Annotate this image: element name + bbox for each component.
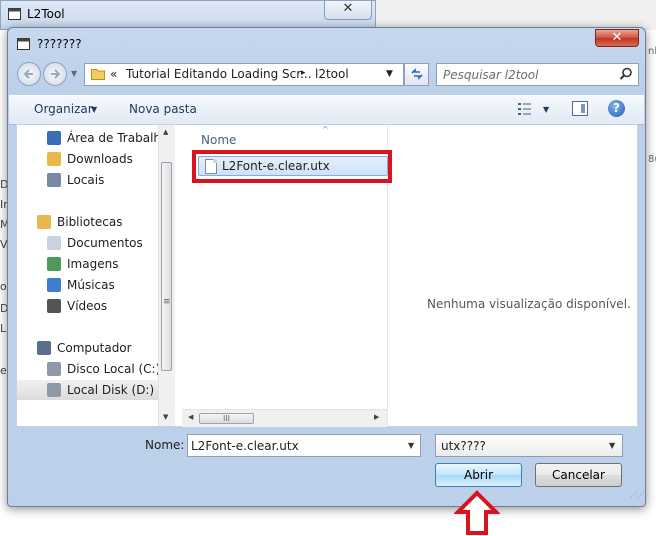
drive-c-icon [47, 362, 61, 376]
background-area [376, 0, 656, 30]
scrollbar-thumb[interactable]: III [199, 413, 254, 424]
recent-locations-dropdown[interactable]: ▼ [71, 69, 77, 78]
computer-icon [37, 341, 51, 355]
file-list: Nome ^ L2Font-e.clear.utx ◀ III ▶ [182, 125, 392, 427]
column-header-name[interactable]: Nome [201, 133, 236, 147]
navigation-pane: Área de Trabalho Downloads Locais Bibliotec… [17, 125, 169, 426]
back-arrow-icon [23, 69, 33, 79]
navigation-scrollbar[interactable]: ▲ ≡ ▼ [158, 125, 175, 426]
scroll-down-arrow-icon[interactable]: ▼ [163, 413, 168, 421]
sidebar-item-label: Computador [57, 341, 132, 355]
music-icon [47, 278, 61, 292]
pictures-icon [47, 257, 61, 271]
folder-icon [91, 69, 105, 80]
content-area: Área de Trabalho Downloads Locais Bibliotec… [16, 124, 638, 427]
no-preview-message: Nenhuma visualização disponível. [427, 297, 631, 311]
background-close-button[interactable]: ✕ [324, 1, 372, 20]
forward-arrow-icon [51, 69, 61, 79]
libraries-icon [37, 215, 51, 229]
cancel-button[interactable]: Cancelar [535, 463, 622, 487]
breadcrumb-item-l2tool[interactable]: l2tool [315, 67, 349, 81]
breadcrumb-item-tutorial[interactable]: Tutorial Editando Loading Scr... [126, 67, 312, 81]
sidebar-item-label: Músicas [67, 278, 115, 292]
file-type-value: utx???? [441, 439, 486, 453]
address-bar[interactable]: « Tutorial Editando Loading Scr... ▸ l2t… [84, 63, 404, 86]
chevron-down-icon[interactable]: ▼ [408, 441, 414, 450]
dialog-icon [17, 38, 30, 50]
sidebar-item-label: Área de Trabalho [67, 131, 169, 145]
preview-pane: Nenhuma visualização disponível. [389, 125, 637, 426]
horizontal-scrollbar[interactable]: ◀ III ▶ [182, 409, 387, 427]
refresh-icon [410, 68, 423, 80]
open-file-dialog: ??????? ✕ ▼ « Tutorial Editando Loading … [7, 27, 646, 507]
filename-label: Nome: [145, 438, 185, 452]
desktop-icon [47, 131, 61, 145]
scroll-right-arrow-icon[interactable]: ▶ [374, 413, 379, 421]
address-dropdown[interactable]: ▼ [386, 69, 393, 79]
resize-grip-icon[interactable]: ⋰⋰ [630, 490, 645, 499]
recent-places-icon [47, 173, 61, 187]
sidebar-item-label: Vídeos [67, 299, 108, 313]
background-window-title: L2Tool [27, 7, 65, 21]
chevron-down-icon[interactable]: ▼ [91, 105, 97, 114]
sidebar-item-imagens[interactable]: Imagens [17, 254, 169, 274]
view-options-dropdown[interactable]: ▼ [543, 105, 549, 114]
background-window-titlebar: L2Tool ✕ [0, 0, 376, 30]
annotation-highlight-box [192, 150, 392, 183]
search-input[interactable]: Pesquisar l2tool [436, 63, 639, 86]
background-text: o [0, 280, 7, 293]
search-placeholder: Pesquisar l2tool [443, 68, 539, 82]
breadcrumb-separator[interactable]: ▸ [301, 68, 306, 78]
chevron-down-icon[interactable]: ▼ [609, 441, 615, 450]
sidebar-item-área-de-trabalho[interactable]: Área de Trabalho [17, 128, 169, 148]
close-button[interactable]: ✕ [595, 29, 639, 47]
sidebar-item-músicas[interactable]: Músicas [17, 275, 169, 295]
background-text: nl [648, 46, 656, 57]
downloads-folder-icon [47, 152, 61, 166]
help-icon[interactable]: ? [608, 100, 625, 117]
organize-button[interactable]: Organizar [34, 102, 93, 116]
forward-button[interactable] [43, 62, 67, 86]
sidebar-item-computador[interactable]: Computador [17, 338, 169, 358]
back-button[interactable] [17, 62, 41, 86]
sidebar-item-label: Documentos [67, 236, 143, 250]
sidebar-item-label: Imagens [67, 257, 119, 271]
sidebar-item-vídeos[interactable]: Vídeos [17, 296, 169, 316]
sort-ascending-icon: ^ [322, 125, 329, 134]
sidebar-item-locais[interactable]: Locais [17, 170, 169, 190]
background-text: L [0, 322, 7, 335]
file-type-select[interactable]: utx???? ▼ [435, 434, 623, 457]
sidebar-item-label: Downloads [67, 152, 133, 166]
filename-field[interactable]: L2Font-e.clear.utx ▼ [187, 434, 421, 457]
filename-value: L2Font-e.clear.utx [191, 439, 299, 453]
documents-icon [47, 236, 61, 250]
app-icon [8, 8, 21, 20]
sidebar-item-label: Local Disk (D:) [67, 383, 155, 397]
search-icon[interactable] [619, 67, 633, 81]
scrollbar-thumb[interactable]: ≡ [161, 162, 172, 371]
videos-icon [47, 299, 61, 313]
command-bar: Organizar ▼ Nova pasta ▼ ? [9, 95, 644, 125]
breadcrumb-overflow[interactable]: « [110, 67, 117, 81]
refresh-button[interactable] [404, 63, 429, 86]
new-folder-button[interactable]: Nova pasta [129, 102, 197, 116]
sidebar-item-label: Disco Local (C:) [67, 362, 161, 376]
dialog-title: ??????? [37, 37, 82, 51]
drive-d-icon [47, 383, 61, 397]
open-button[interactable]: Abrir [435, 463, 522, 487]
background-text: 8( [648, 154, 656, 165]
scroll-left-arrow-icon[interactable]: ◀ [188, 413, 193, 421]
grip-icon: ≡ [163, 297, 171, 307]
sidebar-item-bibliotecas[interactable]: Bibliotecas [17, 212, 169, 232]
annotation-arrow-icon [454, 490, 500, 535]
sidebar-item-documentos[interactable]: Documentos [17, 233, 169, 253]
change-view-icon[interactable] [517, 102, 533, 116]
sidebar-item-label: Bibliotecas [57, 215, 123, 229]
sidebar-item-label: Locais [67, 173, 105, 187]
sidebar-item-disco-local-c[interactable]: Disco Local (C:) [17, 359, 169, 379]
sidebar-item-local-disk-d[interactable]: Local Disk (D:) [17, 380, 169, 400]
scroll-up-arrow-icon[interactable]: ▲ [163, 128, 168, 136]
sidebar-item-downloads[interactable]: Downloads [17, 149, 169, 169]
preview-pane-icon[interactable] [572, 101, 588, 116]
